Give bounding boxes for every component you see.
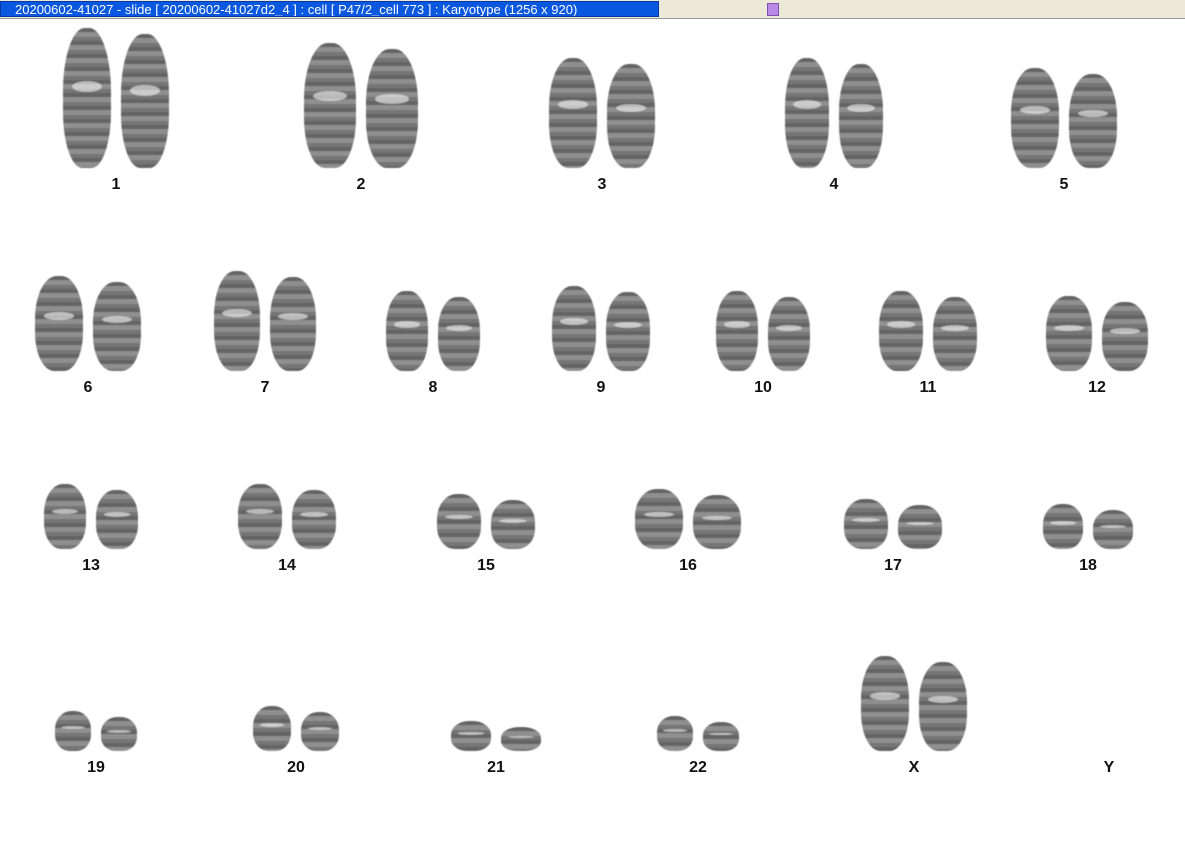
chromosome-6-2[interactable] (93, 282, 141, 371)
chromosome-11-2[interactable] (933, 297, 977, 371)
chromosome-5-1[interactable] (1011, 68, 1059, 168)
chromosome-label-x: X (908, 759, 920, 776)
chromosome-label-16: 16 (679, 557, 697, 574)
chromosome-3-2[interactable] (607, 64, 655, 168)
chromosome-2-1[interactable] (304, 43, 356, 168)
chromosome-14-1[interactable] (238, 484, 282, 549)
chromosome-16-1[interactable] (635, 489, 683, 549)
chromosome-6-1[interactable] (35, 276, 83, 371)
chromosome-label-9: 9 (596, 379, 606, 396)
chromosome-group-11[interactable]: 11 (869, 291, 987, 401)
chromosome-12-2[interactable] (1102, 302, 1148, 371)
window-title: 20200602-41027 - slide [ 20200602-41027d… (0, 1, 659, 17)
chromosome-label-15: 15 (477, 557, 495, 574)
chromosome-16-2[interactable] (693, 495, 741, 549)
chromosome-8-2[interactable] (438, 297, 480, 371)
chromosome-10-1[interactable] (716, 291, 758, 371)
chromosome-17-2[interactable] (898, 505, 942, 549)
chromosome-label-y: Y (1103, 759, 1115, 776)
chromosome-label-22: 22 (689, 759, 707, 776)
chromosome-4-1[interactable] (785, 58, 829, 168)
chromosome-group-12[interactable]: 12 (1036, 296, 1158, 401)
window-titlebar[interactable]: 20200602-41027 - slide [ 20200602-41027d… (0, 0, 1185, 19)
chromosome-4-2[interactable] (839, 64, 883, 168)
chromosome-label-12: 12 (1088, 379, 1106, 396)
chromosome-label-13: 13 (82, 557, 100, 574)
chromosome-label-6: 6 (83, 379, 93, 396)
chromosome-group-5[interactable]: 5 (1001, 68, 1127, 198)
chromosome-19-1[interactable] (55, 711, 91, 751)
chromosome-20-1[interactable] (253, 706, 291, 751)
chromosome-x-1[interactable] (861, 656, 909, 751)
chromosome-18-1[interactable] (1043, 504, 1083, 549)
chromosome-15-1[interactable] (437, 494, 481, 549)
chromosome-group-16[interactable]: 16 (625, 489, 751, 579)
chromosome-label-2: 2 (356, 176, 366, 193)
chromosome-group-14[interactable]: 14 (228, 484, 346, 579)
chromosome-group-y[interactable]: Y (1054, 751, 1164, 781)
chromosome-20-2[interactable] (301, 712, 339, 751)
chromosome-7-1[interactable] (214, 271, 260, 371)
chromosome-group-20[interactable]: 20 (243, 706, 349, 781)
karyotype-canvas: 1 2 3 4 5 6 7 8 9 10 11 12 13 14 15 16 17 18 19 20 21 22 X Y (0, 19, 1185, 849)
chromosome-group-19[interactable]: 19 (45, 711, 147, 781)
chromosome-15-2[interactable] (491, 500, 535, 549)
chromosome-group-9[interactable]: 9 (542, 286, 660, 401)
chromosome-1-1[interactable] (63, 28, 111, 168)
chromosome-12-1[interactable] (1046, 296, 1092, 371)
chromosome-group-22[interactable]: 22 (647, 716, 749, 781)
chromosome-group-7[interactable]: 7 (204, 271, 326, 401)
chromosome-13-1[interactable] (44, 484, 86, 549)
chromosome-group-8[interactable]: 8 (376, 291, 490, 401)
chromosome-22-1[interactable] (657, 716, 693, 751)
chromosome-group-2[interactable]: 2 (294, 43, 428, 198)
chromosome-group-10[interactable]: 10 (706, 291, 820, 401)
chromosome-label-8: 8 (428, 379, 438, 396)
chromosome-label-3: 3 (597, 176, 607, 193)
chromosome-label-20: 20 (287, 759, 305, 776)
chromosome-group-6[interactable]: 6 (25, 276, 151, 401)
chromosome-group-18[interactable]: 18 (1033, 504, 1143, 579)
chromosome-13-2[interactable] (96, 490, 138, 549)
chromosome-group-17[interactable]: 17 (834, 499, 952, 579)
chromosome-11-1[interactable] (879, 291, 923, 371)
chromosome-10-2[interactable] (768, 297, 810, 371)
chromosome-1-2[interactable] (121, 34, 169, 168)
chromosome-label-21: 21 (487, 759, 505, 776)
chromosome-19-2[interactable] (101, 717, 137, 751)
chromosome-group-13[interactable]: 13 (34, 484, 148, 579)
chromosome-22-2[interactable] (703, 722, 739, 751)
chromosome-9-1[interactable] (552, 286, 596, 371)
chromosome-label-18: 18 (1079, 557, 1097, 574)
chromosome-label-17: 17 (884, 557, 902, 574)
chromosome-3-1[interactable] (549, 58, 597, 168)
chromosome-group-4[interactable]: 4 (775, 58, 893, 198)
chromosome-2-2[interactable] (366, 49, 418, 168)
chromosome-21-1[interactable] (451, 721, 491, 751)
chromosome-17-1[interactable] (844, 499, 888, 549)
chromosome-label-11: 11 (919, 379, 937, 396)
chromosome-label-4: 4 (829, 176, 839, 193)
chromosome-21-2[interactable] (501, 727, 541, 751)
chromosome-label-19: 19 (87, 759, 105, 776)
chromosome-18-2[interactable] (1093, 510, 1133, 549)
chromosome-label-1: 1 (111, 176, 121, 193)
chromosome-14-2[interactable] (292, 490, 336, 549)
chromosome-group-x[interactable]: X (851, 656, 977, 781)
chromosome-8-1[interactable] (386, 291, 428, 371)
chromosome-group-3[interactable]: 3 (539, 58, 665, 198)
chromosome-9-2[interactable] (606, 292, 650, 371)
chromosome-group-15[interactable]: 15 (427, 494, 545, 579)
chromosome-label-14: 14 (278, 557, 296, 574)
chromosome-x-2[interactable] (919, 662, 967, 751)
chromosome-label-10: 10 (754, 379, 772, 396)
chromosome-group-21[interactable]: 21 (441, 721, 551, 781)
chromosome-group-1[interactable]: 1 (53, 28, 179, 198)
chromosome-label-5: 5 (1059, 176, 1069, 193)
scroll-thumb[interactable] (767, 3, 779, 16)
chromosome-label-7: 7 (260, 379, 270, 396)
chromosome-5-2[interactable] (1069, 74, 1117, 168)
chromosome-7-2[interactable] (270, 277, 316, 371)
